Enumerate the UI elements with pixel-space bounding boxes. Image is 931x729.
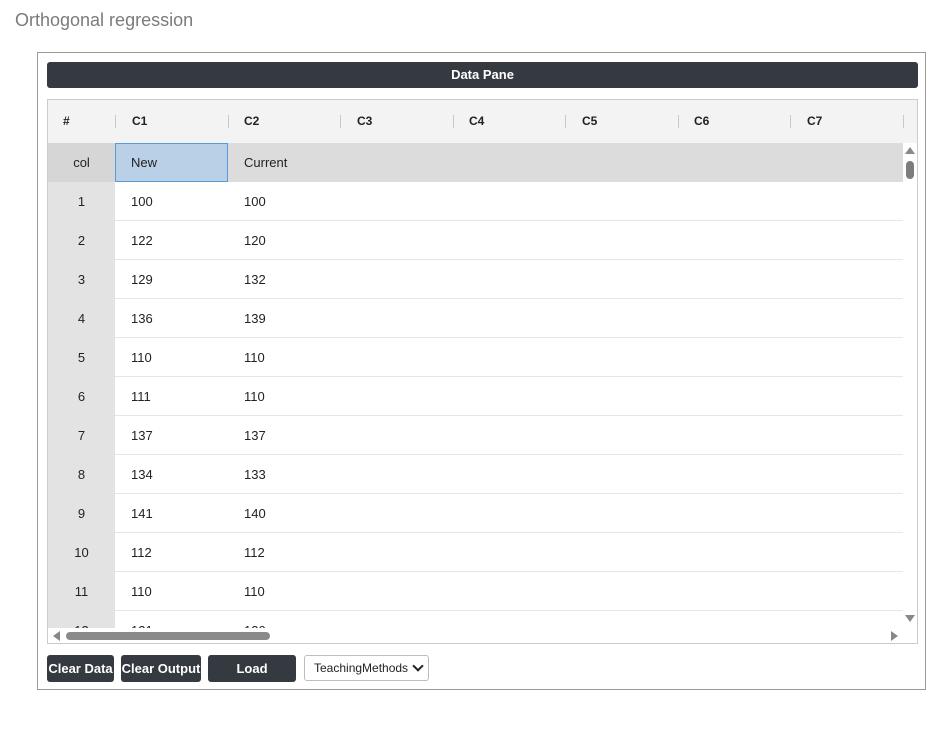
grid-cell[interactable]: 129 bbox=[115, 260, 228, 299]
row-index: 1 bbox=[48, 182, 115, 221]
clear-output-button[interactable]: Clear Output bbox=[121, 655, 201, 682]
grid-cell[interactable]: 136 bbox=[115, 299, 228, 338]
table-row: 8 134 133 bbox=[48, 455, 903, 494]
grid-cell[interactable]: 100 bbox=[115, 182, 228, 221]
column-header-c6[interactable]: C6 bbox=[694, 100, 709, 143]
triangle-left-icon[interactable] bbox=[53, 631, 60, 641]
table-row: 2 122 120 bbox=[48, 221, 903, 260]
column-label-row: col New Current bbox=[48, 143, 903, 182]
column-header-c3[interactable]: C3 bbox=[357, 100, 372, 143]
grid-cell[interactable]: 112 bbox=[228, 533, 341, 572]
column-separator bbox=[340, 115, 341, 128]
chevron-down-icon bbox=[412, 660, 424, 672]
row-index: 5 bbox=[48, 338, 115, 377]
table-row: 5 110 110 bbox=[48, 338, 903, 377]
row-index: 8 bbox=[48, 455, 115, 494]
grid-cell[interactable]: 110 bbox=[228, 572, 341, 611]
horizontal-scroll-thumb[interactable] bbox=[66, 632, 270, 640]
column-header-c4[interactable]: C4 bbox=[469, 100, 484, 143]
grid-cell[interactable]: 112 bbox=[115, 533, 228, 572]
row-index: 12 bbox=[48, 611, 115, 628]
grid-cell[interactable]: Current bbox=[228, 143, 341, 182]
row-index: 7 bbox=[48, 416, 115, 455]
row-index: 11 bbox=[48, 572, 115, 611]
table-row: 1 100 100 bbox=[48, 182, 903, 221]
table-row: 10 112 112 bbox=[48, 533, 903, 572]
row-index: 10 bbox=[48, 533, 115, 572]
column-header-row: # C1 C2 C3 C4 C5 C6 C7 bbox=[48, 100, 917, 144]
grid-cell[interactable]: 110 bbox=[115, 338, 228, 377]
column-header-c1[interactable]: C1 bbox=[132, 100, 147, 143]
grid-cell[interactable]: 140 bbox=[228, 494, 341, 533]
column-header-c5[interactable]: C5 bbox=[582, 100, 597, 143]
table-row: 7 137 137 bbox=[48, 416, 903, 455]
table-row: 4 136 139 bbox=[48, 299, 903, 338]
column-separator bbox=[115, 115, 116, 128]
grid-cell[interactable]: 110 bbox=[115, 572, 228, 611]
grid-cell[interactable]: 110 bbox=[228, 377, 341, 416]
row-index: 3 bbox=[48, 260, 115, 299]
row-index: 6 bbox=[48, 377, 115, 416]
page-title: Orthogonal regression bbox=[15, 10, 194, 30]
grid-cell[interactable]: 120 bbox=[228, 221, 341, 260]
data-grid[interactable]: # C1 C2 C3 C4 C5 C6 C7 col New Current 1… bbox=[47, 99, 918, 644]
grid-cell[interactable]: 120 bbox=[228, 611, 341, 628]
grid-cell[interactable]: 111 bbox=[115, 377, 228, 416]
row-number-header: # bbox=[63, 114, 70, 128]
column-separator bbox=[453, 115, 454, 128]
table-row: 6 111 110 bbox=[48, 377, 903, 416]
vertical-scroll-thumb[interactable] bbox=[906, 161, 914, 179]
row-index: 9 bbox=[48, 494, 115, 533]
row-index: col bbox=[48, 143, 115, 182]
grid-cell[interactable]: 132 bbox=[228, 260, 341, 299]
table-row: 12 121 120 bbox=[48, 611, 903, 628]
column-separator bbox=[565, 115, 566, 128]
column-separator bbox=[903, 115, 904, 128]
grid-body: col New Current 1 100 100 2 122 120 3 12… bbox=[48, 143, 903, 628]
grid-cell[interactable]: New bbox=[115, 143, 228, 182]
grid-cell[interactable]: 133 bbox=[228, 455, 341, 494]
column-separator bbox=[678, 115, 679, 128]
table-row: 3 129 132 bbox=[48, 260, 903, 299]
data-pane-header: Data Pane bbox=[47, 62, 918, 88]
triangle-down-icon[interactable] bbox=[905, 615, 915, 622]
column-separator bbox=[790, 115, 791, 128]
clear-data-button[interactable]: Clear Data bbox=[47, 655, 114, 682]
table-row: 9 141 140 bbox=[48, 494, 903, 533]
horizontal-scrollbar[interactable] bbox=[48, 628, 917, 643]
grid-cell[interactable]: 139 bbox=[228, 299, 341, 338]
column-header-c7[interactable]: C7 bbox=[807, 100, 822, 143]
grid-cell[interactable]: 141 bbox=[115, 494, 228, 533]
column-separator bbox=[228, 115, 229, 128]
row-index: 4 bbox=[48, 299, 115, 338]
grid-cell[interactable]: 137 bbox=[115, 416, 228, 455]
grid-cell[interactable]: 110 bbox=[228, 338, 341, 377]
vertical-scrollbar[interactable] bbox=[903, 143, 917, 628]
grid-cell[interactable]: 100 bbox=[228, 182, 341, 221]
grid-cell[interactable]: 121 bbox=[115, 611, 228, 628]
triangle-up-icon[interactable] bbox=[905, 147, 915, 154]
column-header-c2[interactable]: C2 bbox=[244, 100, 259, 143]
grid-cell[interactable]: 137 bbox=[228, 416, 341, 455]
table-row: 11 110 110 bbox=[48, 572, 903, 611]
triangle-right-icon[interactable] bbox=[891, 631, 898, 641]
grid-cell[interactable]: 122 bbox=[115, 221, 228, 260]
grid-cell[interactable]: 134 bbox=[115, 455, 228, 494]
example-dataset-select[interactable]: TeachingMethods bbox=[304, 655, 429, 681]
row-index: 2 bbox=[48, 221, 115, 260]
load-example-button[interactable]: Load Example bbox=[208, 655, 296, 703]
example-dataset-value: TeachingMethods bbox=[314, 661, 409, 675]
